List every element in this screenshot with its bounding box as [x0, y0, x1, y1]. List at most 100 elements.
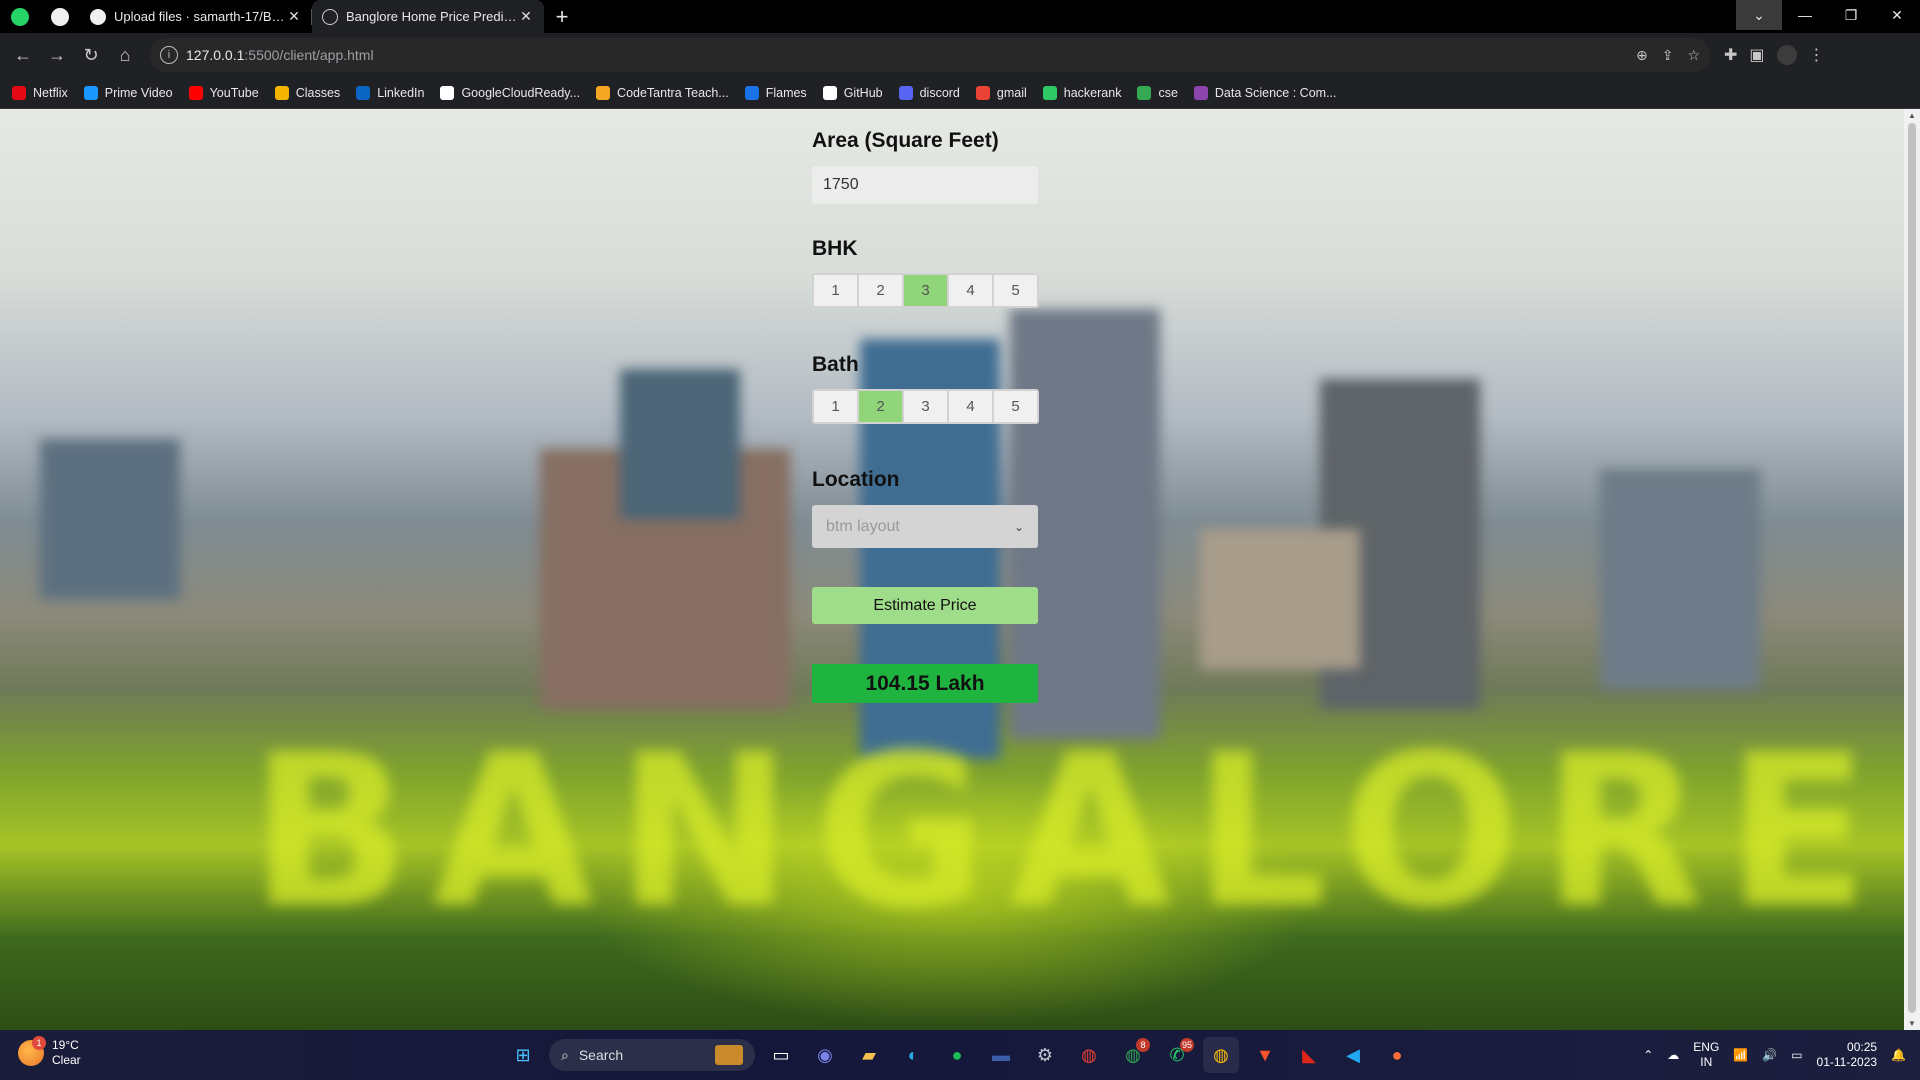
pinned-tab-whatsapp[interactable]	[0, 0, 40, 33]
whatsapp-icon	[11, 7, 29, 26]
youtube-icon	[188, 85, 203, 100]
bookmark-item[interactable]: YouTube	[188, 85, 259, 100]
bookmark-item[interactable]: Netflix	[12, 85, 68, 100]
forward-button[interactable]: →	[40, 38, 74, 72]
bookmark-label: Prime Video	[104, 85, 173, 100]
weather-widget[interactable]: 1 19°C Clear	[18, 1036, 81, 1068]
reload-button[interactable]: ↻	[74, 38, 108, 72]
search-icon: ⌕	[561, 1046, 569, 1063]
spotify-icon[interactable]: ●	[939, 1037, 975, 1073]
bath-option-1[interactable]: 1	[814, 391, 857, 422]
bookmark-star-icon[interactable]: ☆	[1687, 47, 1700, 64]
chrome-profile-icon[interactable]: ◍ 8	[1115, 1037, 1151, 1073]
edge-icon[interactable]: ◐	[895, 1037, 931, 1073]
chevron-down-icon: ⌄	[1013, 519, 1024, 534]
bath-option-5[interactable]: 5	[994, 391, 1037, 422]
notification-bell-icon[interactable]: 🔔	[1891, 1048, 1906, 1062]
course-icon	[1193, 85, 1208, 100]
bhk-label: BHK	[812, 237, 858, 260]
brave-icon[interactable]: ▼	[1247, 1037, 1283, 1073]
classroom-icon	[274, 85, 289, 100]
bookmark-label: hackerank	[1063, 85, 1122, 100]
location-select[interactable]: btm layout ⌄	[812, 505, 1038, 548]
area-input[interactable]	[812, 166, 1038, 204]
drive-icon	[1137, 85, 1152, 100]
whatsapp-icon[interactable]: ✆ 95	[1159, 1037, 1195, 1073]
bookmark-label: cse	[1158, 85, 1178, 100]
tab-search-button[interactable]: ⌄	[1736, 0, 1782, 30]
tab-upload-files[interactable]: Upload files · samarth-17/Banglore ✕	[80, 0, 312, 33]
page-scrollbar[interactable]: ▲ ▼	[1904, 109, 1920, 1030]
bhk-option-3[interactable]: 3	[904, 275, 947, 306]
bhk-option-2[interactable]: 2	[859, 275, 902, 306]
close-tab-icon[interactable]: ✕	[286, 8, 302, 25]
side-panel-icon[interactable]: ▣	[1749, 45, 1764, 65]
lang-code: ENG	[1693, 1040, 1720, 1054]
bhk-option-1[interactable]: 1	[814, 275, 857, 306]
scroll-up-icon[interactable]: ▲	[1908, 111, 1916, 120]
flames-icon	[744, 85, 759, 100]
postman-icon[interactable]: ●	[1379, 1037, 1415, 1073]
zoom-icon[interactable]: ⊕	[1636, 47, 1648, 64]
onedrive-icon[interactable]: ☁	[1667, 1048, 1679, 1062]
bookmark-item[interactable]: Prime Video	[83, 85, 173, 100]
start-icon[interactable]: ⊞	[505, 1037, 541, 1073]
bhk-option-4[interactable]: 4	[949, 275, 992, 306]
bookmark-item[interactable]: LinkedIn	[356, 85, 424, 100]
file-explorer-icon[interactable]: ▰	[851, 1037, 887, 1073]
bookmark-item[interactable]: GitHub	[822, 85, 883, 100]
bhk-option-5[interactable]: 5	[994, 275, 1037, 306]
close-tab-icon[interactable]: ✕	[518, 8, 534, 25]
acrobat-icon[interactable]: ◣	[1291, 1037, 1327, 1073]
new-tab-button[interactable]: +	[544, 0, 580, 33]
pinned-tab-github[interactable]	[40, 0, 80, 33]
scrollbar-thumb[interactable]	[1908, 123, 1916, 1013]
app-badge: 8	[1136, 1038, 1150, 1052]
estimate-price-button[interactable]: Estimate Price	[812, 587, 1038, 624]
bookmark-item[interactable]: cse	[1137, 85, 1178, 100]
bath-option-3[interactable]: 3	[904, 391, 947, 422]
taskbar-search[interactable]: ⌕ Search	[549, 1039, 755, 1071]
bath-option-4[interactable]: 4	[949, 391, 992, 422]
teams-icon[interactable]: ◉	[807, 1037, 843, 1073]
chrome-icon[interactable]: ◍	[1071, 1037, 1107, 1073]
close-window-button[interactable]: ✕	[1874, 0, 1920, 30]
bookmark-item[interactable]: CodeTantra Teach...	[596, 85, 729, 100]
bookmark-item[interactable]: GoogleCloudReady...	[440, 85, 580, 100]
terminal-icon[interactable]: ▬	[983, 1037, 1019, 1073]
bookmark-item[interactable]: discord	[898, 85, 960, 100]
volume-icon[interactable]: 🔊	[1762, 1048, 1777, 1062]
menu-icon[interactable]: ⋮	[1809, 45, 1825, 65]
bath-option-2[interactable]: 2	[859, 391, 902, 422]
task-view-icon[interactable]: ▭	[763, 1037, 799, 1073]
site-info-icon[interactable]: i	[160, 46, 178, 64]
share-icon[interactable]: ⇪	[1662, 47, 1674, 64]
tab-title: Upload files · samarth-17/Banglore	[114, 9, 286, 24]
bookmark-item[interactable]: Flames	[744, 85, 807, 100]
language-indicator[interactable]: ENG IN	[1693, 1040, 1719, 1070]
profile-avatar[interactable]	[1776, 45, 1797, 65]
bookmark-label: Classes	[295, 85, 341, 100]
scroll-down-icon[interactable]: ▼	[1908, 1019, 1916, 1028]
notification-badge: 1	[32, 1036, 46, 1050]
back-button[interactable]: ←	[6, 38, 40, 72]
bookmark-item[interactable]: gmail	[975, 85, 1027, 100]
battery-icon[interactable]: ▭	[1791, 1048, 1802, 1062]
bookmark-item[interactable]: Classes	[274, 85, 341, 100]
vscode-icon[interactable]: ◀	[1335, 1037, 1371, 1073]
tab-banglore-home-price[interactable]: Banglore Home Price Prediction ✕	[312, 0, 544, 33]
chrome-active-icon[interactable]: ◍	[1203, 1037, 1239, 1073]
chevron-up-icon[interactable]: ⌃	[1643, 1048, 1653, 1062]
clock[interactable]: 00:25 01-11-2023	[1817, 1040, 1878, 1070]
minimize-button[interactable]: —	[1782, 0, 1828, 30]
restore-button[interactable]: ❐	[1828, 0, 1874, 30]
settings-icon[interactable]: ⚙	[1027, 1037, 1063, 1073]
home-button[interactable]: ⌂	[108, 38, 142, 72]
background-bangalore-letters: BANGALORE	[250, 709, 1892, 954]
extensions-icon[interactable]: ✚	[1724, 45, 1737, 65]
bookmark-item[interactable]: hackerank	[1042, 85, 1122, 100]
wifi-icon[interactable]: 📶	[1733, 1048, 1748, 1062]
bookmark-item[interactable]: Data Science : Com...	[1193, 85, 1336, 100]
search-placeholder: Search	[578, 1047, 624, 1063]
address-bar[interactable]: i 127.0.0.1:5500/client/app.html ⊕ ⇪ ☆	[150, 38, 1710, 72]
